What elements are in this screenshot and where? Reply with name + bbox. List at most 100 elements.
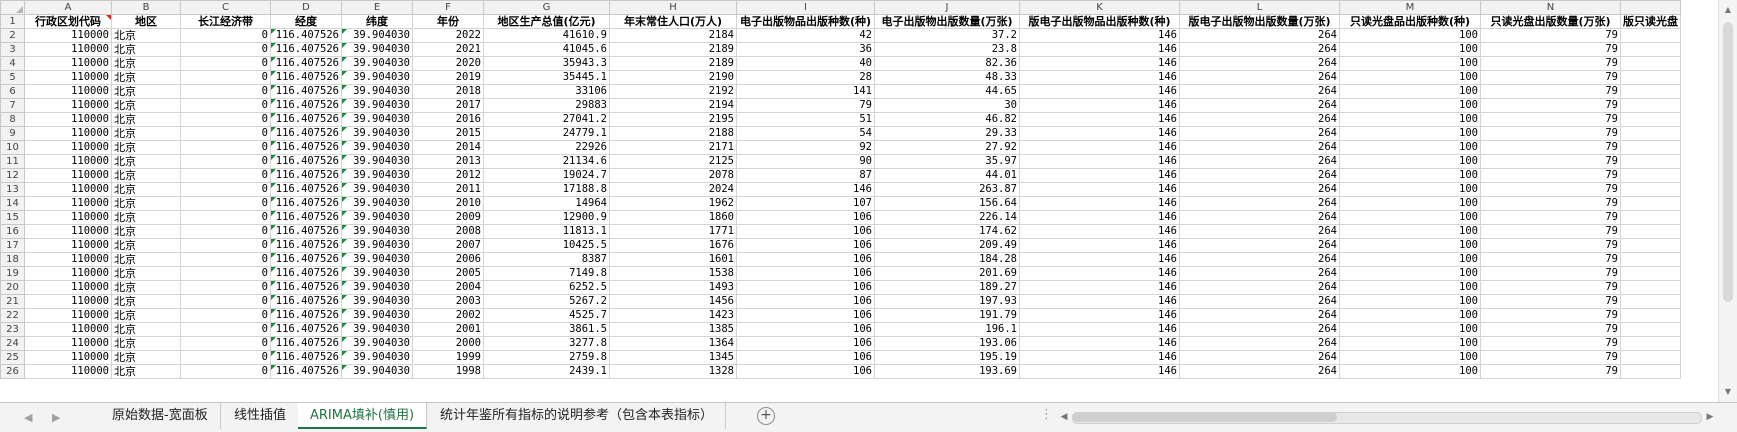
table-cell[interactable]: 11813.1 <box>483 224 610 239</box>
table-cell[interactable]: 264 <box>1179 42 1340 57</box>
table-cell[interactable]: 106 <box>736 364 875 379</box>
table-cell[interactable]: 27.92 <box>874 140 1020 155</box>
table-cell[interactable]: 110000 <box>24 56 112 71</box>
tab-indicator-notes[interactable]: 统计年鉴所有指标的说明参考（包含本表指标） <box>428 403 727 429</box>
table-cell[interactable]: 1771 <box>609 224 737 239</box>
table-cell[interactable]: 79 <box>1480 126 1621 141</box>
table-cell[interactable]: 79 <box>1480 70 1621 85</box>
table-cell[interactable]: 39.904030 <box>341 294 413 309</box>
table-cell[interactable]: 0 <box>180 42 271 57</box>
row-number[interactable]: 9 <box>0 126 25 141</box>
header-cell[interactable]: 地区生产总值(亿元) <box>483 14 610 29</box>
tab-splitter-dots-icon[interactable]: ⋮ <box>1040 407 1053 422</box>
table-cell[interactable]: 2439.1 <box>483 364 610 379</box>
table-cell[interactable]: 79 <box>1480 84 1621 99</box>
table-cell[interactable]: 146 <box>1019 294 1180 309</box>
table-cell[interactable] <box>1620 84 1681 99</box>
table-cell[interactable]: 46.82 <box>874 112 1020 127</box>
header-cell[interactable]: 年份 <box>412 14 484 29</box>
header-cell[interactable]: 版电子出版物品出版种数(种) <box>1019 14 1180 29</box>
table-cell[interactable]: 146 <box>1019 336 1180 351</box>
table-cell[interactable] <box>1620 238 1681 253</box>
table-cell[interactable]: 87 <box>736 168 875 183</box>
table-cell[interactable]: 174.62 <box>874 224 1020 239</box>
table-cell[interactable]: 39.904030 <box>341 84 413 99</box>
column-header[interactable]: H <box>609 0 737 15</box>
scroll-right-arrow-icon[interactable]: ▶ <box>1704 410 1716 424</box>
table-cell[interactable]: 146 <box>1019 84 1180 99</box>
row-number[interactable]: 11 <box>0 154 25 169</box>
table-cell[interactable]: 北京 <box>111 308 181 323</box>
column-header[interactable]: J <box>874 0 1020 15</box>
column-header[interactable]: F <box>412 0 484 15</box>
table-cell[interactable]: 2018 <box>412 84 484 99</box>
table-cell[interactable]: 41610.9 <box>483 28 610 43</box>
table-cell[interactable]: 264 <box>1179 322 1340 337</box>
table-cell[interactable]: 2024 <box>609 182 737 197</box>
scroll-left-arrow-icon[interactable]: ◀ <box>1058 410 1070 424</box>
table-cell[interactable] <box>1620 98 1681 113</box>
table-cell[interactable]: 100 <box>1339 182 1481 197</box>
table-cell[interactable]: 3277.8 <box>483 336 610 351</box>
table-cell[interactable]: 2021 <box>412 42 484 57</box>
table-cell[interactable]: 21134.6 <box>483 154 610 169</box>
column-header[interactable]: M <box>1339 0 1481 15</box>
table-cell[interactable]: 北京 <box>111 126 181 141</box>
table-cell[interactable]: 北京 <box>111 154 181 169</box>
table-cell[interactable]: 42 <box>736 28 875 43</box>
table-cell[interactable]: 146 <box>1019 364 1180 379</box>
table-cell[interactable]: 1345 <box>609 350 737 365</box>
table-cell[interactable] <box>1620 336 1681 351</box>
table-cell[interactable]: 北京 <box>111 336 181 351</box>
table-cell[interactable]: 264 <box>1179 98 1340 113</box>
header-cell[interactable]: 只读光盘出版数量(万张) <box>1480 14 1621 29</box>
table-cell[interactable]: 100 <box>1339 224 1481 239</box>
table-cell[interactable]: 北京 <box>111 280 181 295</box>
table-cell[interactable]: 2190 <box>609 70 737 85</box>
table-cell[interactable]: 0 <box>180 210 271 225</box>
table-cell[interactable]: 100 <box>1339 168 1481 183</box>
table-cell[interactable]: 110000 <box>24 266 112 281</box>
table-cell[interactable]: 264 <box>1179 252 1340 267</box>
table-cell[interactable]: 79 <box>1480 140 1621 155</box>
tab-linear-interpolation[interactable]: 线性插值 <box>222 403 300 429</box>
table-cell[interactable]: 0 <box>180 322 271 337</box>
table-cell[interactable]: 2189 <box>609 56 737 71</box>
header-cell[interactable]: 长江经济带 <box>180 14 271 29</box>
table-cell[interactable]: 106 <box>736 280 875 295</box>
table-cell[interactable]: 79 <box>1480 350 1621 365</box>
table-cell[interactable]: 110000 <box>24 126 112 141</box>
column-header[interactable]: B <box>111 0 181 15</box>
header-cell[interactable]: 行政区划代码 <box>24 14 112 29</box>
table-cell[interactable]: 1493 <box>609 280 737 295</box>
table-cell[interactable]: 2001 <box>412 322 484 337</box>
table-cell[interactable]: 2004 <box>412 280 484 295</box>
table-cell[interactable] <box>1620 56 1681 71</box>
table-cell[interactable]: 146 <box>1019 56 1180 71</box>
table-cell[interactable]: 201.69 <box>874 266 1020 281</box>
table-cell[interactable]: 79 <box>1480 42 1621 57</box>
table-cell[interactable]: 116.407526 <box>270 350 342 365</box>
table-cell[interactable]: 6252.5 <box>483 280 610 295</box>
table-cell[interactable]: 79 <box>1480 56 1621 71</box>
table-cell[interactable]: 2011 <box>412 182 484 197</box>
table-cell[interactable]: 1538 <box>609 266 737 281</box>
table-cell[interactable] <box>1620 28 1681 43</box>
table-cell[interactable]: 4525.7 <box>483 308 610 323</box>
table-cell[interactable]: 110000 <box>24 308 112 323</box>
table-cell[interactable]: 0 <box>180 56 271 71</box>
table-cell[interactable]: 110000 <box>24 98 112 113</box>
table-cell[interactable]: 196.1 <box>874 322 1020 337</box>
table-cell[interactable]: 2184 <box>609 28 737 43</box>
table-cell[interactable]: 79 <box>1480 238 1621 253</box>
table-cell[interactable]: 264 <box>1179 364 1340 379</box>
table-cell[interactable]: 2017 <box>412 98 484 113</box>
table-cell[interactable]: 264 <box>1179 266 1340 281</box>
table-cell[interactable]: 264 <box>1179 350 1340 365</box>
table-cell[interactable]: 110000 <box>24 70 112 85</box>
table-cell[interactable]: 100 <box>1339 280 1481 295</box>
table-cell[interactable]: 110000 <box>24 294 112 309</box>
table-cell[interactable]: 79 <box>1480 224 1621 239</box>
table-cell[interactable]: 193.69 <box>874 364 1020 379</box>
table-cell[interactable]: 146 <box>1019 140 1180 155</box>
